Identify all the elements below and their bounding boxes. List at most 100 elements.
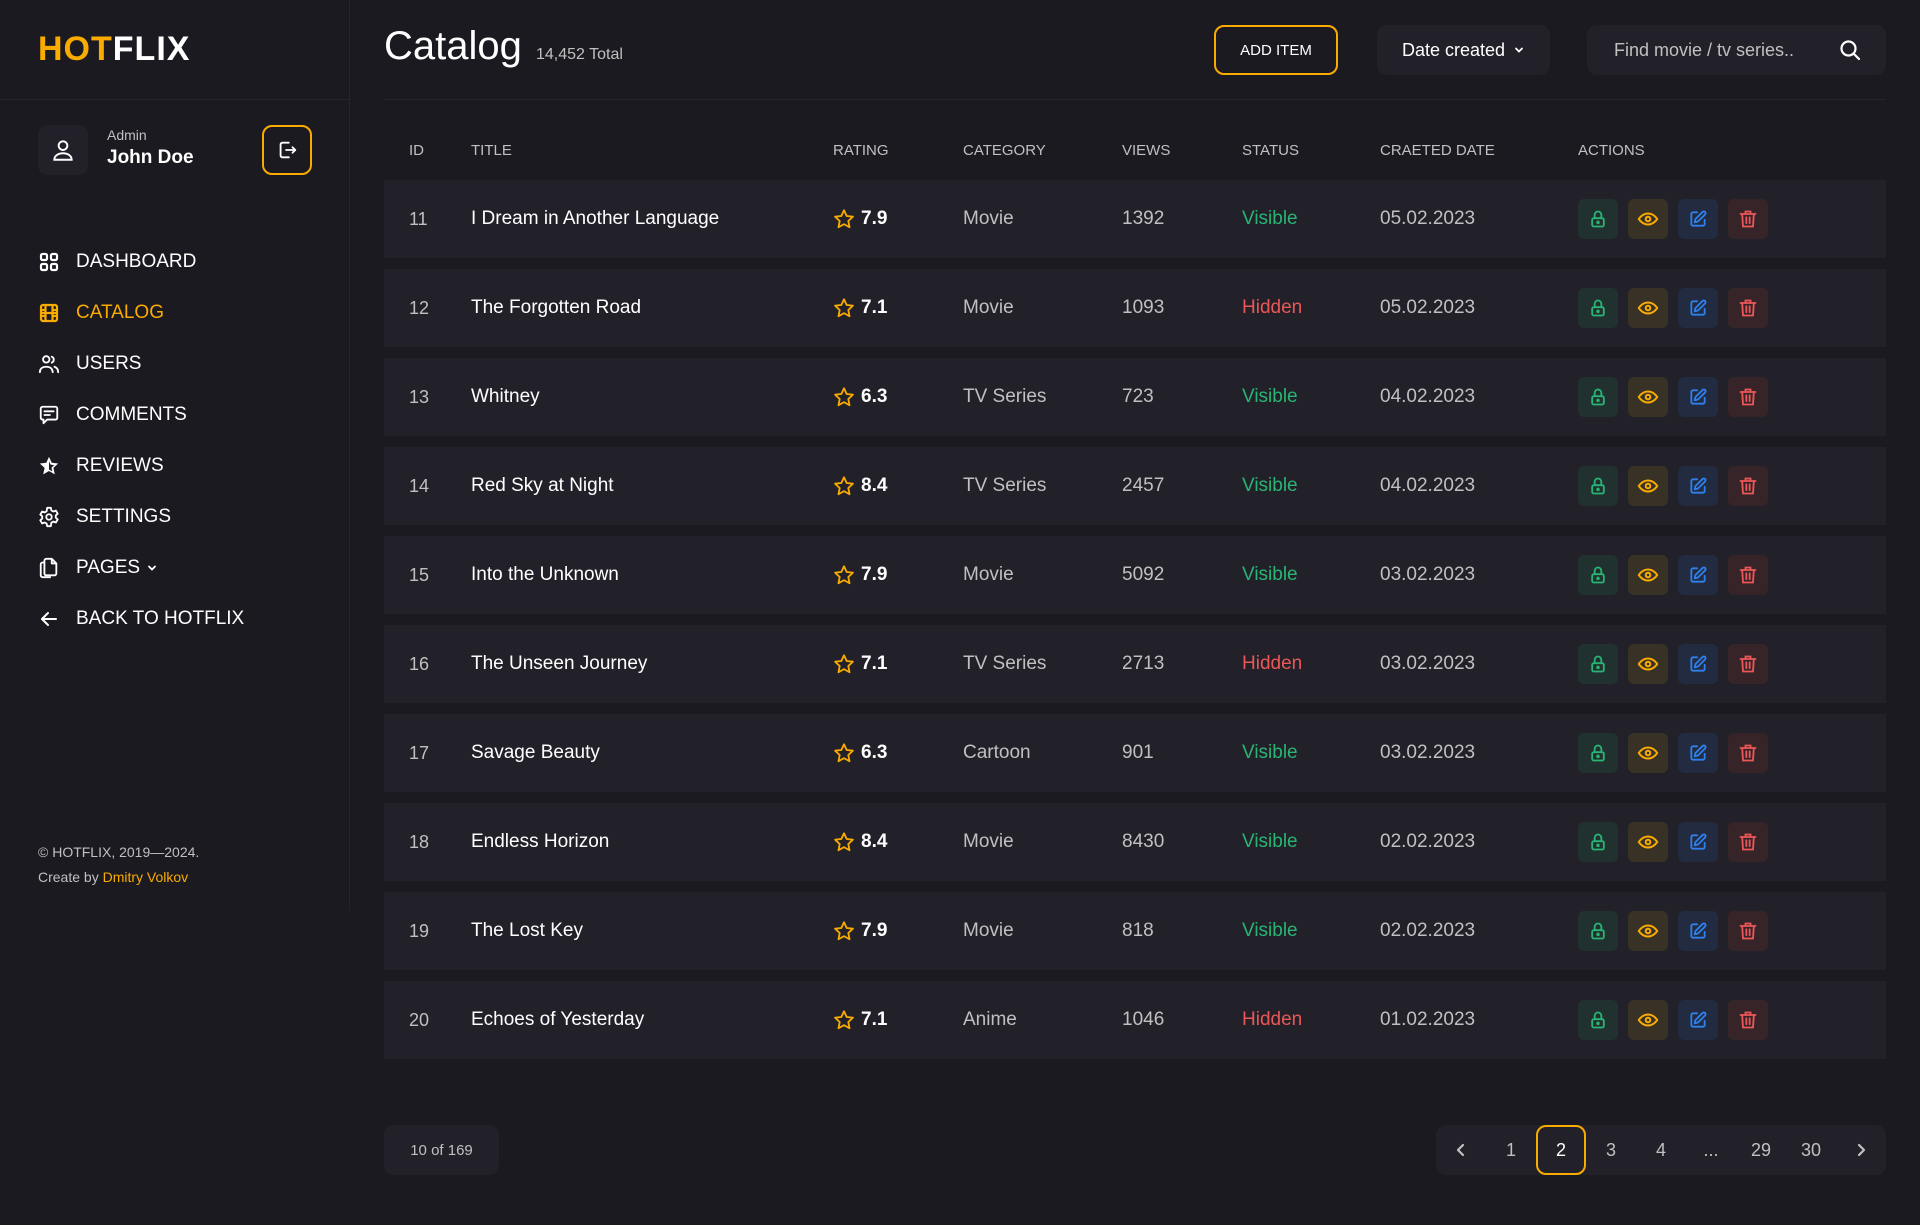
cell-title[interactable]: The Unseen Journey bbox=[471, 653, 833, 675]
view-button[interactable] bbox=[1628, 288, 1668, 328]
sidebar-item-users[interactable]: USERS bbox=[38, 338, 244, 389]
edit-button[interactable] bbox=[1678, 466, 1718, 506]
edit-button[interactable] bbox=[1678, 1000, 1718, 1040]
view-button[interactable] bbox=[1628, 555, 1668, 595]
cell-created-date: 03.02.2023 bbox=[1380, 742, 1476, 763]
edit-button[interactable] bbox=[1678, 644, 1718, 684]
cell-title[interactable]: Echoes of Yesterday bbox=[471, 1009, 833, 1031]
delete-button[interactable] bbox=[1728, 911, 1768, 951]
prev-page-button[interactable] bbox=[1436, 1125, 1486, 1175]
lock-button[interactable] bbox=[1578, 733, 1618, 773]
cell-title[interactable]: Into the Unknown bbox=[471, 564, 833, 586]
page-button[interactable]: 1 bbox=[1486, 1125, 1536, 1175]
delete-button[interactable] bbox=[1728, 644, 1768, 684]
trash-icon bbox=[1739, 922, 1757, 940]
view-button[interactable] bbox=[1628, 733, 1668, 773]
view-button[interactable] bbox=[1628, 466, 1668, 506]
page-button[interactable]: 29 bbox=[1736, 1125, 1786, 1175]
sidebar-item-dashboard[interactable]: DASHBOARD bbox=[38, 236, 244, 287]
delete-button[interactable] bbox=[1728, 199, 1768, 239]
sidebar-item-comments[interactable]: COMMENTS bbox=[38, 389, 244, 440]
page-button[interactable]: 2 bbox=[1536, 1125, 1586, 1175]
cell-title[interactable]: The Forgotten Road bbox=[471, 297, 833, 319]
delete-button[interactable] bbox=[1728, 1000, 1768, 1040]
row-actions bbox=[1578, 822, 1886, 862]
lock-button[interactable] bbox=[1578, 644, 1618, 684]
star-icon bbox=[834, 832, 854, 852]
cell-title[interactable]: Savage Beauty bbox=[471, 742, 833, 764]
cell-views: 1392 bbox=[1122, 208, 1165, 229]
lock-button[interactable] bbox=[1578, 288, 1618, 328]
lock-button[interactable] bbox=[1578, 199, 1618, 239]
edit-icon bbox=[1690, 566, 1707, 583]
cell-title[interactable]: The Lost Key bbox=[471, 920, 833, 942]
cell-rating: 7.9 bbox=[833, 208, 963, 230]
lock-button[interactable] bbox=[1578, 466, 1618, 506]
eye-icon bbox=[1637, 835, 1659, 849]
sidebar-item-settings[interactable]: SETTINGS bbox=[38, 491, 244, 542]
rating-value: 8.4 bbox=[861, 475, 888, 496]
edit-button[interactable] bbox=[1678, 288, 1718, 328]
edit-button[interactable] bbox=[1678, 377, 1718, 417]
cell-title[interactable]: I Dream in Another Language bbox=[471, 208, 833, 230]
cell-rating: 6.3 bbox=[833, 386, 963, 408]
add-item-button[interactable]: ADD ITEM bbox=[1214, 25, 1338, 75]
page-button[interactable]: 3 bbox=[1586, 1125, 1636, 1175]
cell-views: 1046 bbox=[1122, 1009, 1165, 1030]
cell-title[interactable]: Whitney bbox=[471, 386, 833, 408]
table-header: ID TITLE RATING CATEGORY VIEWS STATUS CR… bbox=[384, 120, 1886, 180]
sidebar-item-pages[interactable]: PAGES bbox=[38, 542, 244, 593]
lock-icon bbox=[1591, 566, 1605, 584]
delete-button[interactable] bbox=[1728, 733, 1768, 773]
search-input[interactable] bbox=[1587, 25, 1827, 75]
page-title: Catalog bbox=[384, 24, 522, 68]
cell-title[interactable]: Red Sky at Night bbox=[471, 475, 833, 497]
sidebar-item-catalog[interactable]: CATALOG bbox=[38, 287, 244, 338]
edit-button[interactable] bbox=[1678, 911, 1718, 951]
star-icon bbox=[834, 1010, 854, 1030]
sidebar-item-label: CATALOG bbox=[76, 301, 164, 323]
edit-button[interactable] bbox=[1678, 555, 1718, 595]
lock-button[interactable] bbox=[1578, 822, 1618, 862]
cell-rating: 7.1 bbox=[833, 297, 963, 319]
view-button[interactable] bbox=[1628, 822, 1668, 862]
cell-rating: 8.4 bbox=[833, 831, 963, 853]
catalog-table: ID TITLE RATING CATEGORY VIEWS STATUS CR… bbox=[384, 120, 1886, 1059]
lock-button[interactable] bbox=[1578, 1000, 1618, 1040]
view-button[interactable] bbox=[1628, 1000, 1668, 1040]
author-link[interactable]: Dmitry Volkov bbox=[103, 869, 189, 885]
star-icon bbox=[834, 921, 854, 941]
lock-button[interactable] bbox=[1578, 377, 1618, 417]
logout-button[interactable] bbox=[262, 125, 312, 175]
page-button[interactable]: 30 bbox=[1786, 1125, 1836, 1175]
view-button[interactable] bbox=[1628, 199, 1668, 239]
edit-button[interactable] bbox=[1678, 822, 1718, 862]
logo-hot: HOT bbox=[38, 30, 113, 68]
pagination-ellipsis[interactable]: ... bbox=[1686, 1125, 1736, 1175]
search-icon[interactable] bbox=[1838, 38, 1862, 62]
delete-button[interactable] bbox=[1728, 466, 1768, 506]
lock-button[interactable] bbox=[1578, 555, 1618, 595]
delete-button[interactable] bbox=[1728, 822, 1768, 862]
page-button[interactable]: 4 bbox=[1636, 1125, 1686, 1175]
created-by-label: Create by bbox=[38, 869, 103, 885]
view-button[interactable] bbox=[1628, 644, 1668, 684]
lock-icon bbox=[1591, 833, 1605, 851]
edit-button[interactable] bbox=[1678, 199, 1718, 239]
row-actions bbox=[1578, 644, 1886, 684]
cell-title[interactable]: Endless Horizon bbox=[471, 831, 833, 853]
logo[interactable]: HOTFLIX bbox=[38, 30, 190, 69]
delete-button[interactable] bbox=[1728, 377, 1768, 417]
delete-button[interactable] bbox=[1728, 555, 1768, 595]
view-button[interactable] bbox=[1628, 377, 1668, 417]
sort-select[interactable]: Date created bbox=[1377, 25, 1550, 75]
sidebar-item-reviews[interactable]: REVIEWS bbox=[38, 440, 244, 491]
table-row: 12 The Forgotten Road 7.1 Movie 1093 Hid… bbox=[384, 269, 1886, 347]
table-row: 20 Echoes of Yesterday 7.1 Anime 1046 Hi… bbox=[384, 981, 1886, 1059]
edit-button[interactable] bbox=[1678, 733, 1718, 773]
delete-button[interactable] bbox=[1728, 288, 1768, 328]
view-button[interactable] bbox=[1628, 911, 1668, 951]
lock-button[interactable] bbox=[1578, 911, 1618, 951]
next-page-button[interactable] bbox=[1836, 1125, 1886, 1175]
sidebar-item-back[interactable]: BACK TO HOTFLIX bbox=[38, 593, 244, 644]
